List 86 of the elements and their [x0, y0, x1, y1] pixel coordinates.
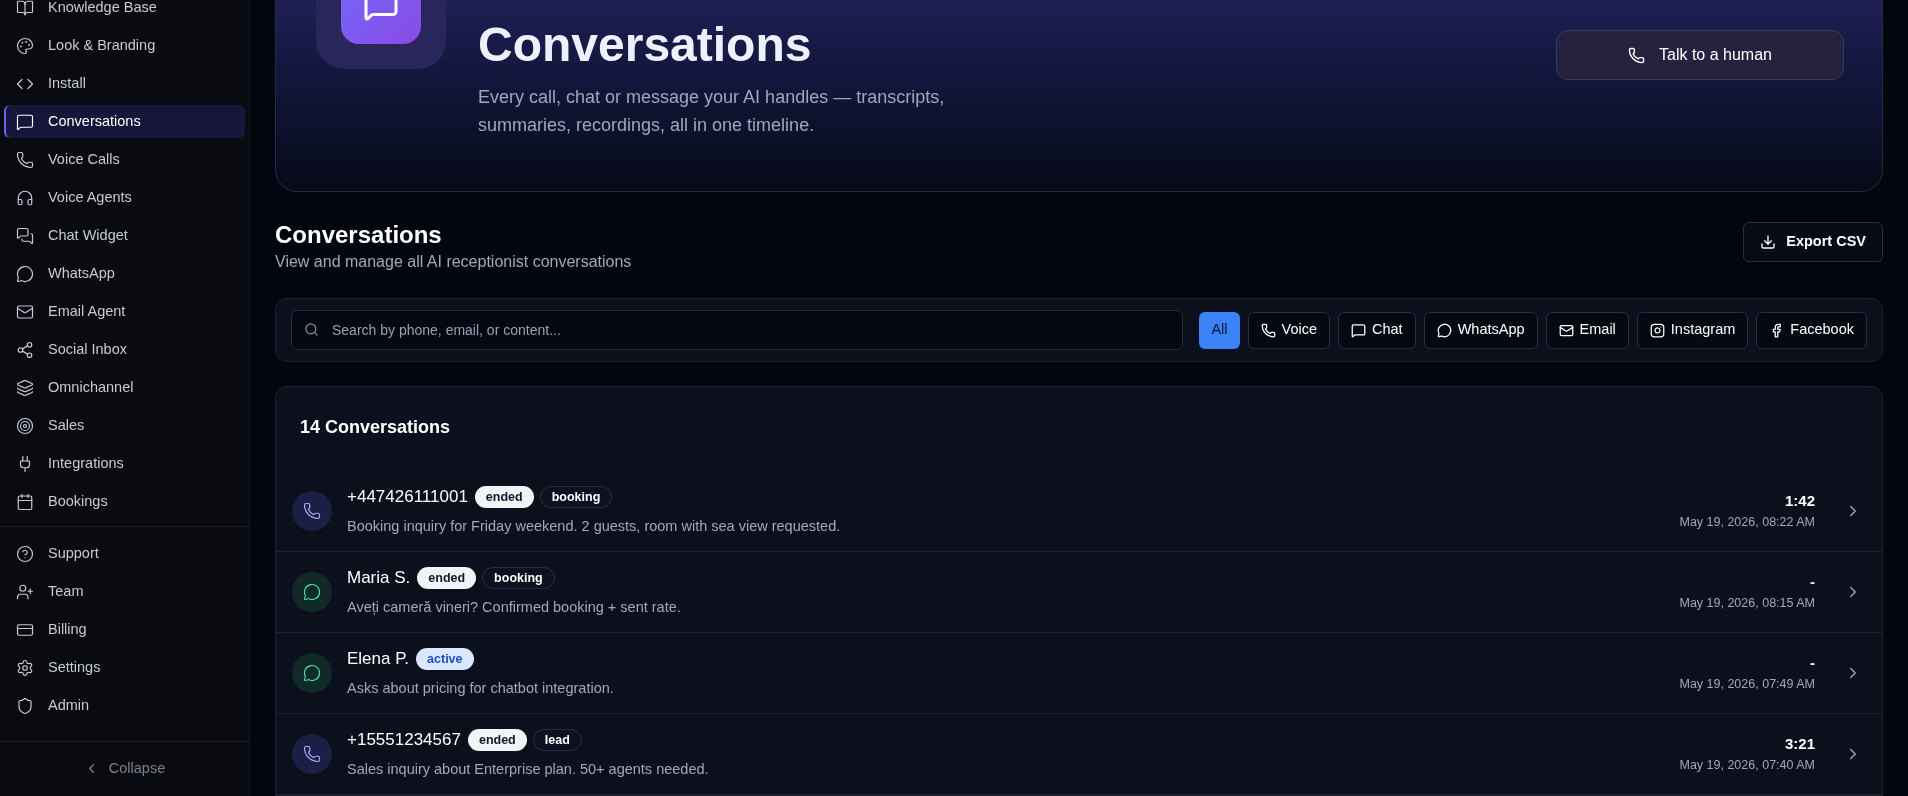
call-duration: 3:21 — [1784, 734, 1815, 755]
conversation-summary: Asks about pricing for chatbot integration. — [347, 678, 615, 698]
sidebar-item[interactable]: WhatsApp — [4, 257, 245, 290]
sidebar-item[interactable]: Look & Branding — [4, 29, 245, 62]
contact-name: +15551234567 — [347, 729, 461, 752]
filter-chip[interactable]: WhatsApp — [1423, 311, 1538, 349]
page-description: Every call, chat or message your AI handles — transcripts, summaries, recordings, all in one timeline. — [478, 86, 946, 137]
mail-icon — [16, 302, 34, 321]
filter-chip[interactable]: Facebook — [1756, 311, 1867, 349]
sidebar-item[interactable]: Voice Calls — [4, 143, 245, 176]
contact-name: +447426111001 — [347, 486, 468, 509]
conversation-summary: Aveți cameră vineri? Confirmed booking + sent rate. — [347, 597, 682, 617]
sidebar-item[interactable]: Bookings — [4, 485, 245, 518]
sidebar-item[interactable]: Install — [4, 67, 245, 100]
collapse-button[interactable]: Collapse — [83, 758, 166, 780]
shield-icon — [16, 696, 34, 715]
section-subtitle: View and manage all AI receptionist conversations — [275, 252, 632, 272]
calendar-icon — [16, 492, 34, 511]
section-title: Conversations — [275, 220, 443, 250]
conversation-time: May 19, 2026, 08:15 AM — [1679, 594, 1815, 612]
status-badge: ended — [467, 729, 527, 752]
contact-name: Maria S. — [347, 567, 411, 590]
sidebar-item[interactable]: Conversations — [4, 105, 245, 138]
sidebar-item[interactable]: Admin — [4, 689, 245, 722]
talk-to-human-button[interactable]: Talk to a human — [1556, 30, 1844, 80]
contact-name: Elena P. — [347, 648, 410, 671]
status-badge: booking — [482, 567, 555, 590]
filter-chip[interactable]: All — [1199, 311, 1240, 349]
share-icon — [16, 340, 34, 359]
sidebar-item[interactable]: Team — [4, 575, 245, 608]
phone-icon — [1628, 46, 1645, 64]
conversation-row[interactable]: +447426111001 ended booking Booking inquiry for Friday weekend. 2 guests, room with sea view requested. 1:42 May 19, 2026, 08:22 AM — [276, 471, 1882, 552]
status-badge: ended — [417, 567, 477, 590]
user-plus-icon — [16, 582, 34, 601]
target-icon — [16, 416, 34, 435]
sidebar-item[interactable]: Voice Agents — [4, 181, 245, 214]
filter-chip[interactable]: Instagram — [1636, 311, 1749, 349]
filter-chip[interactable]: Voice — [1247, 311, 1330, 349]
phone-icon — [303, 745, 321, 763]
conversation-row[interactable]: Elena P. active Asks about pricing for chatbot integration. - May 19, 2026, 07:49 AM — [276, 633, 1882, 714]
conversation-row[interactable]: +15551234567 ended lead Sales inquiry about Enterprise plan. 50+ agents needed. 3:21 May 19, 2026, 07:40 AM — [276, 714, 1882, 795]
status-badge: ended — [474, 486, 534, 509]
page-title: Conversations — [478, 17, 813, 73]
export-csv-button[interactable]: Export CSV — [1743, 222, 1883, 262]
sidebar-item[interactable]: Knowledge Base — [4, 0, 245, 24]
conversation-time: May 19, 2026, 07:49 AM — [1679, 675, 1815, 693]
sidebar-item[interactable]: Omnichannel — [4, 371, 245, 404]
layers-icon — [16, 378, 34, 397]
instagram-icon — [1649, 322, 1665, 338]
sidebar-item[interactable]: Chat Widget — [4, 219, 245, 252]
search-icon — [304, 322, 319, 337]
sidebar-item[interactable]: Social Inbox — [4, 333, 245, 366]
phone-icon — [303, 502, 321, 520]
help-icon — [16, 544, 34, 563]
headphones-icon — [16, 188, 34, 207]
status-badge: lead — [532, 729, 582, 752]
status-badge: booking — [539, 486, 613, 509]
conversation-summary: Booking inquiry for Friday weekend. 2 guests, room with sea view requested. — [347, 516, 842, 536]
chat-bubbles-icon — [16, 226, 34, 245]
phone-icon — [16, 150, 34, 169]
sidebar-item[interactable]: Sales — [4, 409, 245, 442]
search-field[interactable]: Search by phone, email, or content... — [291, 310, 1184, 350]
book-icon — [16, 0, 34, 17]
call-duration: - — [1810, 572, 1815, 593]
call-duration: - — [1810, 653, 1815, 674]
status-badge: active — [416, 648, 474, 671]
filter-chip[interactable]: Chat — [1338, 311, 1416, 349]
call-duration: 1:42 — [1784, 491, 1815, 512]
conversation-time: May 19, 2026, 07:40 AM — [1679, 756, 1815, 774]
sidebar-item[interactable]: Integrations — [4, 447, 245, 480]
conversation-summary: Sales inquiry about Enterprise plan. 50+ agents needed. — [347, 759, 710, 779]
phone-icon — [1260, 322, 1276, 338]
download-icon — [1760, 234, 1777, 250]
sidebar-item[interactable]: Settings — [4, 651, 245, 684]
list-title: 14 Conversations — [299, 416, 452, 439]
filter-chip[interactable]: Email — [1545, 311, 1629, 349]
sidebar-item[interactable]: Billing — [4, 613, 245, 646]
sidebar-item[interactable]: Email Agent — [4, 295, 245, 328]
conversation-time: May 19, 2026, 08:22 AM — [1679, 513, 1815, 531]
palette-icon — [16, 36, 34, 55]
chat-bubble-icon — [1351, 322, 1366, 338]
conversation-row[interactable]: Maria S. ended booking Aveți cameră vineri? Confirmed booking + sent rate. - May 19, 2026, 08:15 AM — [276, 552, 1882, 633]
settings-icon — [16, 658, 34, 677]
mail-icon — [1558, 322, 1574, 338]
sidebar-item[interactable]: Support — [4, 537, 245, 570]
chat-bubble-icon — [16, 112, 34, 131]
